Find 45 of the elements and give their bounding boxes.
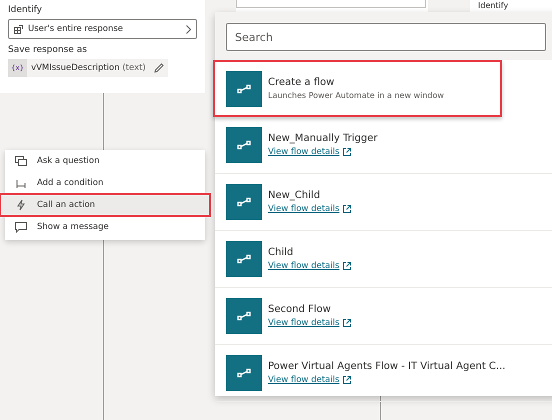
branch-icon: [15, 178, 27, 188]
save-response-label: Save response as: [8, 45, 88, 55]
pencil-icon[interactable]: [154, 63, 164, 73]
menu-item[interactable]: Add a condition: [5, 172, 205, 194]
lightning-icon: [15, 199, 27, 211]
external-link-icon[interactable]: [343, 376, 352, 384]
chevron-right-icon: [186, 24, 191, 34]
view-details-link[interactable]: View flow details: [268, 147, 340, 157]
external-link-icon[interactable]: [343, 319, 352, 327]
identify-dropdown[interactable]: User's entire response: [8, 19, 197, 39]
message-icon: [15, 222, 27, 232]
search-field[interactable]: Search: [226, 23, 546, 51]
flow-name: Second Flow: [268, 304, 332, 315]
flow-name: New_Child: [268, 190, 322, 201]
view-details-link[interactable]: View flow details: [268, 261, 340, 271]
flow-icon: [237, 311, 251, 321]
flow-icon: [237, 368, 251, 378]
flow-description: Launches Power Automate in a new window: [268, 91, 444, 100]
flow-item[interactable]: Create a flow Launches Power Automate in a new window: [213, 60, 502, 117]
menu-item[interactable]: Ask a question: [5, 150, 205, 172]
flow-name: New_Manually Trigger: [268, 133, 378, 144]
variable-chip[interactable]: vVMIssueDescription (text): [27, 59, 150, 77]
menu-item[interactable]: Show a message: [5, 216, 205, 238]
external-link-icon[interactable]: [343, 148, 352, 156]
flow-item[interactable]: Second Flow View flow details: [215, 288, 552, 345]
chat-icon: [15, 156, 27, 166]
flow-name: Power Virtual Agents Flow - IT Virtual Agent C...: [268, 361, 506, 372]
flow-name: Child: [268, 247, 294, 258]
view-details-link[interactable]: View flow details: [268, 204, 340, 214]
flow-icon: [237, 84, 251, 94]
flow-icon: [237, 197, 251, 207]
view-details-link[interactable]: View flow details: [268, 318, 340, 328]
flow-item[interactable]: New_Manually Trigger View flow details: [215, 117, 552, 174]
flow-icon: [237, 254, 251, 264]
flow-name: Create a flow: [268, 77, 336, 88]
flow-item[interactable]: Child View flow details: [215, 231, 552, 288]
external-link-icon[interactable]: [343, 262, 352, 270]
identify-label: Identify: [8, 5, 43, 15]
flow-item[interactable]: New_Child View flow details: [215, 174, 552, 231]
entity-icon: [14, 24, 23, 34]
flow-item[interactable]: Power Virtual Agents Flow - IT Virtual Agent C... View flow details: [215, 345, 552, 402]
external-link-icon[interactable]: [343, 205, 352, 213]
flow-icon: [237, 140, 251, 150]
view-details-link[interactable]: View flow details: [268, 375, 340, 385]
menu-item[interactable]: Call an action: [0, 194, 210, 216]
